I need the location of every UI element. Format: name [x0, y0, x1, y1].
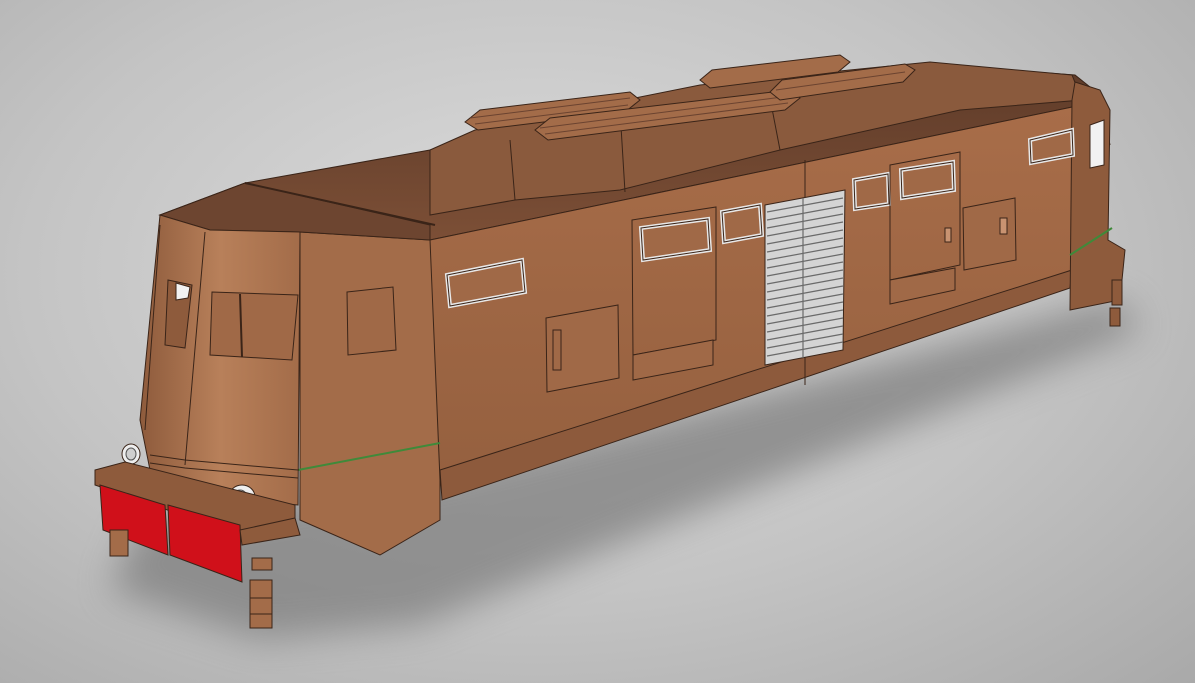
cad-viewport[interactable]	[0, 0, 1195, 683]
front-window	[209, 291, 299, 361]
locomotive-model	[94, 54, 1140, 640]
side-hatch	[545, 304, 620, 393]
side-window	[851, 171, 892, 212]
headlamp	[121, 443, 141, 465]
side-window	[719, 202, 765, 245]
cab-front	[139, 214, 301, 506]
cab-side	[299, 231, 441, 556]
side-hatch	[962, 197, 1017, 271]
cab-side-window	[346, 286, 397, 356]
ventilation-grille	[764, 189, 846, 366]
rear-end	[1069, 81, 1126, 311]
side-window	[898, 159, 957, 201]
rear-step	[1109, 279, 1123, 327]
